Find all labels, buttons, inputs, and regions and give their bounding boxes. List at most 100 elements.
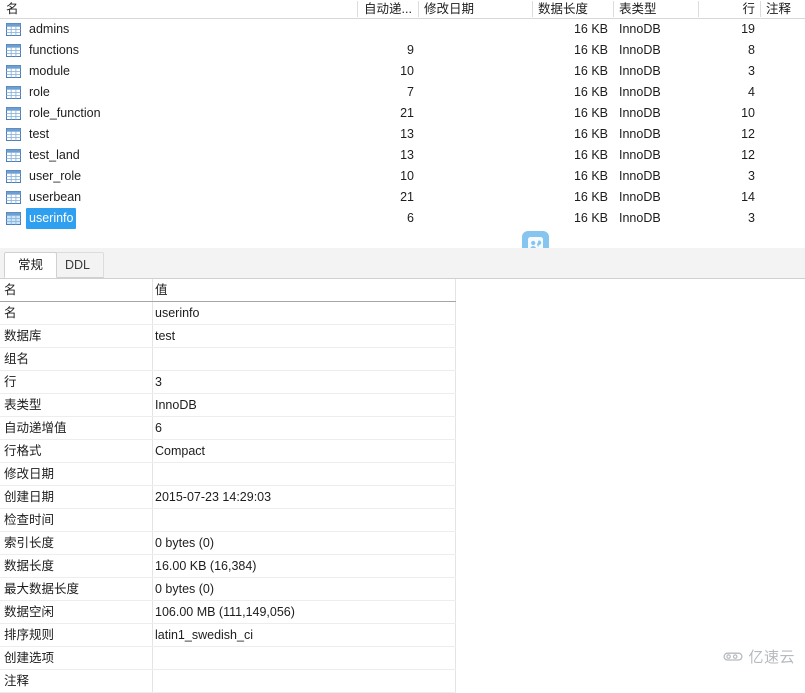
property-value[interactable]: 0 bytes (0) [155,532,451,554]
table-cell-tabletype[interactable]: InnoDB [619,19,689,40]
table-cell-tabletype[interactable]: InnoDB [619,145,689,166]
header-divider[interactable] [418,1,419,17]
table-cell-comment[interactable] [766,208,804,229]
property-row[interactable]: 行3 [0,371,456,394]
property-value[interactable]: 6 [155,417,451,439]
table-cell-comment[interactable] [766,124,804,145]
table-row-name-cell[interactable]: userinfo [6,208,77,229]
table-row[interactable]: role 7 16 KB InnoDB 4 [0,82,805,103]
table-cell-autoinc[interactable]: 21 [364,187,414,208]
table-cell-tabletype[interactable]: InnoDB [619,166,689,187]
table-cell-tabletype[interactable]: InnoDB [619,61,689,82]
column-header-comment[interactable]: 注释 [766,0,804,18]
property-value[interactable] [155,463,451,485]
table-row[interactable]: module 10 16 KB InnoDB 3 [0,61,805,82]
table-row-name-cell[interactable]: admins [6,19,72,40]
table-row-name-cell[interactable]: user_role [6,166,84,187]
column-header-datalength[interactable]: 数据长度 [538,0,608,18]
table-cell-tabletype[interactable]: InnoDB [619,40,689,61]
property-value[interactable] [155,509,451,531]
table-row[interactable]: user_role 10 16 KB InnoDB 3 [0,166,805,187]
table-cell-rows[interactable]: 4 [700,82,755,103]
property-row[interactable]: 名 userinfo [0,302,456,325]
table-cell-comment[interactable] [766,145,804,166]
property-value[interactable]: 0 bytes (0) [155,578,451,600]
table-cell-tabletype[interactable]: InnoDB [619,208,689,229]
tab-general[interactable]: 常规 [4,252,58,278]
table-row-name-cell[interactable]: test [6,124,52,145]
table-cell-autoinc[interactable]: 21 [364,103,414,124]
table-cell-datalen[interactable]: 16 KB [538,124,608,145]
table-cell-datalen[interactable]: 16 KB [538,187,608,208]
table-cell-modified[interactable] [424,82,524,103]
table-cell-autoinc[interactable]: 13 [364,145,414,166]
table-row-name-cell[interactable]: userbean [6,187,84,208]
table-cell-modified[interactable] [424,103,524,124]
header-divider[interactable] [357,1,358,17]
table-cell-tabletype[interactable]: InnoDB [619,82,689,103]
property-row[interactable]: 数据库 test [0,325,456,348]
table-cell-tabletype[interactable]: InnoDB [619,124,689,145]
table-cell-modified[interactable] [424,61,524,82]
table-cell-autoinc[interactable]: 13 [364,124,414,145]
table-cell-datalen[interactable]: 16 KB [538,19,608,40]
table-cell-tabletype[interactable]: InnoDB [619,187,689,208]
table-cell-rows[interactable]: 12 [700,145,755,166]
property-row[interactable]: 创建日期 2015-07-23 14:29:03 [0,486,456,509]
property-value[interactable]: userinfo [155,302,451,324]
property-row[interactable]: 索引长度 0 bytes (0) [0,532,456,555]
property-row[interactable]: 修改日期 [0,463,456,486]
table-cell-autoinc[interactable]: 10 [364,166,414,187]
table-cell-modified[interactable] [424,40,524,61]
property-row[interactable]: 注释 [0,670,456,693]
table-cell-datalen[interactable]: 16 KB [538,208,608,229]
property-row[interactable]: 行格式 Compact [0,440,456,463]
property-value[interactable]: InnoDB [155,394,451,416]
tab-ddl[interactable]: DDL [51,252,105,278]
table-row-name-cell[interactable]: role [6,82,53,103]
table-cell-comment[interactable] [766,61,804,82]
table-cell-datalen[interactable]: 16 KB [538,166,608,187]
table-row[interactable]: admins 16 KB InnoDB 19 [0,19,805,40]
table-row-name-cell[interactable]: role_function [6,103,104,124]
property-value[interactable]: test [155,325,451,347]
table-cell-comment[interactable] [766,40,804,61]
table-cell-autoinc[interactable]: 7 [364,82,414,103]
header-divider[interactable] [532,1,533,17]
table-row[interactable]: userbean 21 16 KB InnoDB 14 [0,187,805,208]
table-list-grid[interactable]: "" 名 自动递... 修改日期 数据长度 表类型 行 注释 admins 16 … [0,0,805,232]
table-cell-rows[interactable]: 19 [700,19,755,40]
grid-body[interactable]: admins 16 KB InnoDB 19 functions 9 16 KB InnoD… [0,19,805,229]
column-header-name[interactable]: 名 [6,0,186,18]
table-cell-rows[interactable]: 8 [700,40,755,61]
table-row[interactable]: test_land 13 16 KB InnoDB 12 [0,145,805,166]
table-cell-rows[interactable]: 3 [700,61,755,82]
property-value[interactable]: 106.00 MB (111,149,056) [155,601,451,623]
table-cell-modified[interactable] [424,19,524,40]
property-row[interactable]: 自动递增值 6 [0,417,456,440]
table-cell-rows[interactable]: 14 [700,187,755,208]
table-cell-comment[interactable] [766,103,804,124]
table-cell-modified[interactable] [424,187,524,208]
property-value[interactable] [155,647,451,669]
property-value[interactable]: 3 [155,371,451,393]
header-divider[interactable] [698,1,699,17]
property-value[interactable] [155,348,451,370]
table-row[interactable]: role_function 21 16 KB InnoDB 10 [0,103,805,124]
property-row[interactable]: 数据长度 16.00 KB (16,384) [0,555,456,578]
property-row[interactable]: 表类型 InnoDB [0,394,456,417]
property-row[interactable]: 检查时间 [0,509,456,532]
property-value[interactable] [155,670,451,692]
property-value[interactable]: latin1_swedish_ci [155,624,451,646]
table-cell-modified[interactable] [424,124,524,145]
property-value[interactable]: 2015-07-23 14:29:03 [155,486,451,508]
header-divider[interactable] [760,1,761,17]
header-divider[interactable] [613,1,614,17]
property-row[interactable]: 数据空闲 106.00 MB (111,149,056) [0,601,456,624]
property-row[interactable]: 最大数据长度 0 bytes (0) [0,578,456,601]
property-value[interactable]: Compact [155,440,451,462]
table-cell-comment[interactable] [766,187,804,208]
table-cell-datalen[interactable]: 16 KB [538,145,608,166]
table-cell-modified[interactable] [424,166,524,187]
table-row[interactable]: userinfo 6 16 KB InnoDB 3 [0,208,805,229]
